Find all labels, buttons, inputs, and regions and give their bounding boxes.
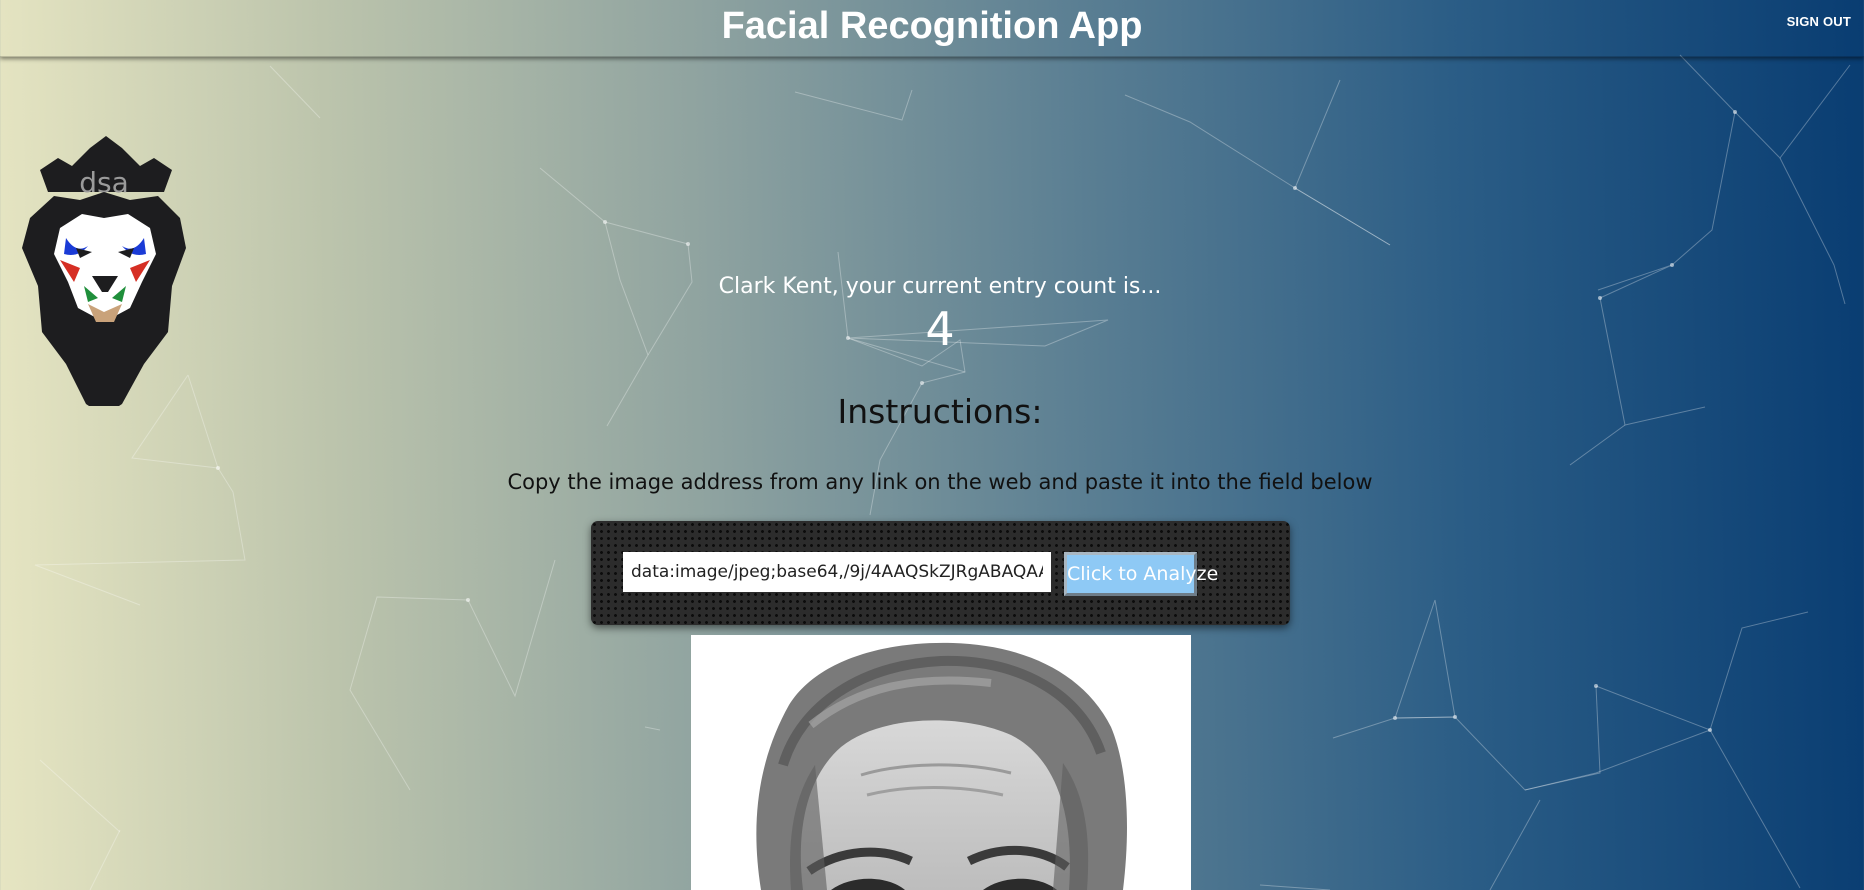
app-title: Facial Recognition App: [721, 5, 1143, 47]
lion-crown-logo-icon: dsa: [18, 136, 192, 416]
instructions-title: Instructions:: [837, 392, 1043, 431]
instructions-text: Copy the image address from any link on …: [507, 470, 1373, 494]
entry-count-value: 4: [925, 302, 955, 356]
entry-count-label: Clark Kent, your current entry count is.…: [718, 274, 1162, 299]
analyze-button[interactable]: Click to Analyze: [1064, 552, 1218, 596]
sign-out-link[interactable]: SIGN OUT: [1787, 14, 1851, 29]
app-header: Facial Recognition App SIGN OUT: [0, 0, 1864, 57]
analyzed-face-image: [691, 635, 1191, 890]
image-url-form: Click to Analyze: [591, 521, 1290, 625]
image-url-input[interactable]: [623, 552, 1051, 592]
